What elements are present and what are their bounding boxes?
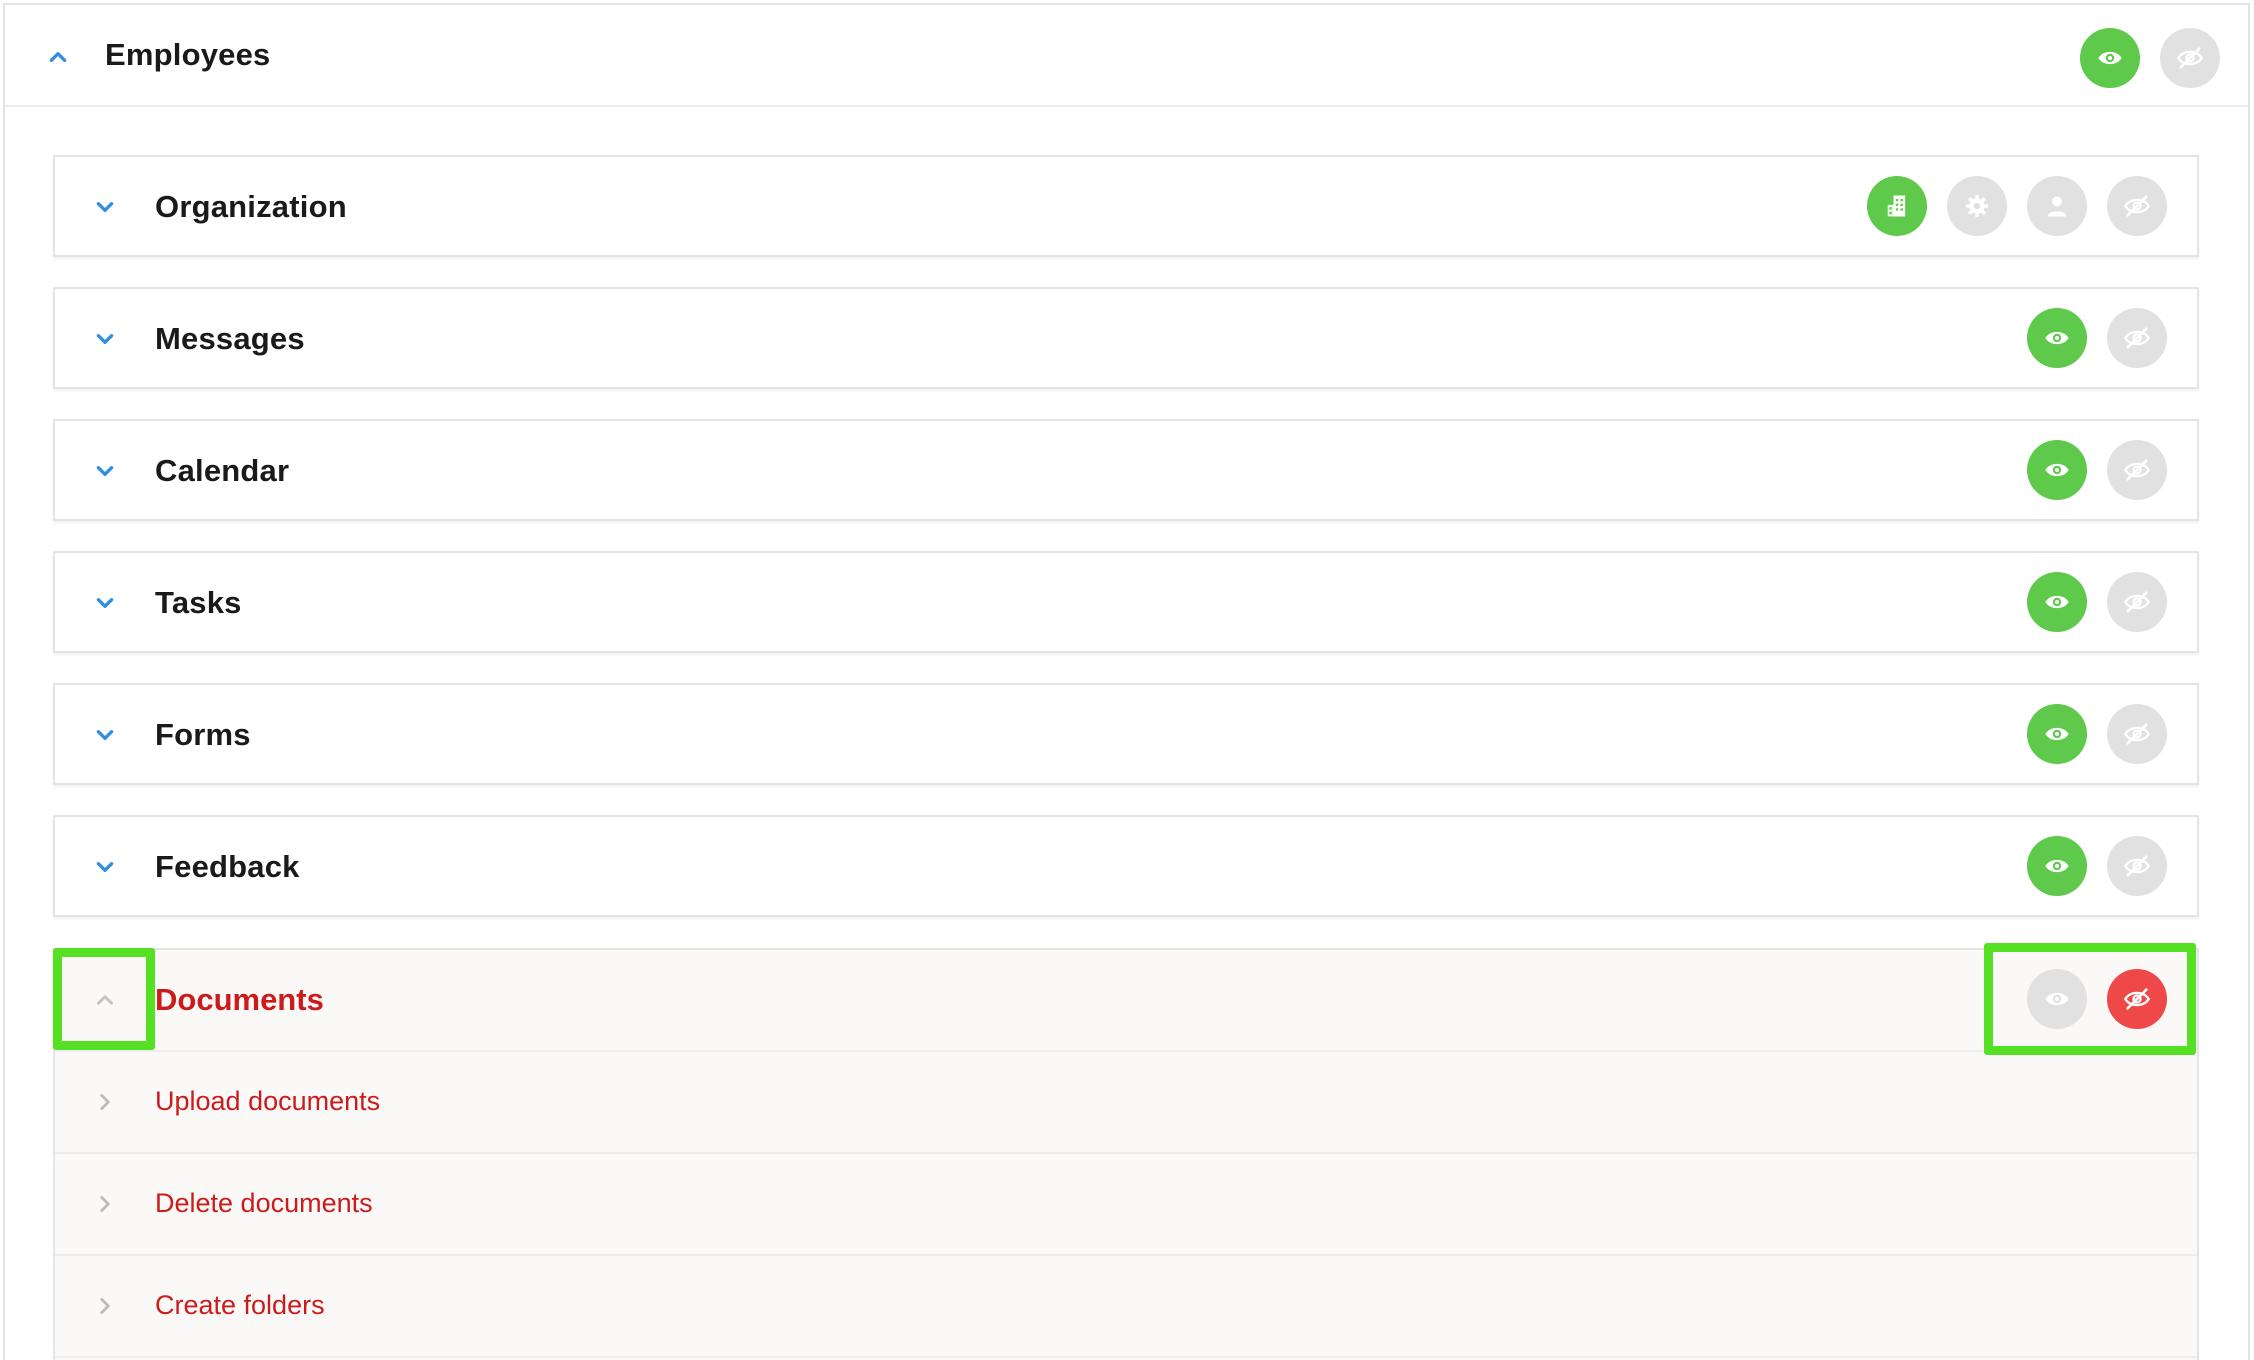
section-title: Documents <box>155 982 324 1017</box>
section-calendar[interactable]: Calendar <box>53 419 2199 521</box>
chevron-right-icon[interactable] <box>85 1184 125 1224</box>
visibility-buttons <box>2027 969 2167 1029</box>
eye-slash-icon <box>2176 47 2204 69</box>
chevron-right-icon[interactable] <box>85 1286 125 1326</box>
organization-scope-button[interactable] <box>1867 176 1927 236</box>
eye-icon <box>2045 595 2069 609</box>
list-item[interactable]: Delete documents <box>55 1154 2197 1256</box>
organization-scope-buttons <box>1867 176 2167 236</box>
eye-icon <box>2045 859 2069 873</box>
eye-slash-icon <box>2123 591 2151 613</box>
visibility-buttons <box>2027 704 2167 764</box>
chevron-up-icon[interactable] <box>38 37 78 77</box>
employees-visibility-buttons <box>2080 28 2220 88</box>
section-title: Feedback <box>155 849 300 884</box>
hide-button[interactable] <box>2107 969 2167 1029</box>
chevron-down-icon[interactable] <box>85 583 125 623</box>
eye-icon <box>2045 992 2069 1006</box>
eye-slash-icon <box>2123 195 2151 217</box>
hide-button[interactable] <box>2107 440 2167 500</box>
list-item[interactable]: Create folders <box>55 1256 2197 1358</box>
show-button[interactable] <box>2027 440 2087 500</box>
visibility-buttons <box>2027 440 2167 500</box>
section-title: Tasks <box>155 585 242 620</box>
hide-button[interactable] <box>2107 836 2167 896</box>
eye-icon <box>2045 463 2069 477</box>
settings-scope-button[interactable] <box>1947 176 2007 236</box>
chevron-right-icon[interactable] <box>85 1082 125 1122</box>
hide-button[interactable] <box>2107 308 2167 368</box>
list-item[interactable]: Upload documents <box>55 1052 2197 1154</box>
documents-header[interactable]: Documents <box>55 950 2197 1052</box>
eye-icon <box>2098 51 2122 65</box>
eye-icon <box>2045 331 2069 345</box>
eye-slash-icon <box>2123 327 2151 349</box>
section-organization[interactable]: Organization <box>53 155 2199 257</box>
hide-button[interactable] <box>2160 28 2220 88</box>
list-item-label: Delete documents <box>155 1188 373 1218</box>
employees-title: Employees <box>105 37 271 72</box>
chevron-down-icon[interactable] <box>85 451 125 491</box>
show-button[interactable] <box>2027 704 2087 764</box>
eye-slash-icon <box>2123 723 2151 745</box>
user-icon <box>2047 196 2067 217</box>
section-feedback[interactable]: Feedback <box>53 815 2199 917</box>
eye-slash-icon <box>2123 855 2151 877</box>
eye-slash-icon <box>2123 459 2151 481</box>
section-title: Forms <box>155 717 251 752</box>
visibility-buttons <box>2027 572 2167 632</box>
section-tasks[interactable]: Tasks <box>53 551 2199 653</box>
gear-icon <box>1965 194 1989 218</box>
eye-icon <box>2045 727 2069 741</box>
section-forms[interactable]: Forms <box>53 683 2199 785</box>
section-title: Calendar <box>155 453 290 488</box>
hide-button[interactable] <box>2107 176 2167 236</box>
show-button[interactable] <box>2080 28 2140 88</box>
show-button[interactable] <box>2027 836 2087 896</box>
chevron-down-icon[interactable] <box>85 847 125 887</box>
section-title: Messages <box>155 321 305 356</box>
chevron-down-icon[interactable] <box>85 187 125 227</box>
show-button[interactable] <box>2027 308 2087 368</box>
list-item-label: Create folders <box>155 1290 325 1320</box>
section-title: Organization <box>155 189 347 224</box>
show-button[interactable] <box>2027 572 2087 632</box>
building-icon <box>1887 195 1906 217</box>
chevron-down-icon[interactable] <box>85 319 125 359</box>
section-messages[interactable]: Messages <box>53 287 2199 389</box>
user-scope-button[interactable] <box>2027 176 2087 236</box>
hide-button[interactable] <box>2107 704 2167 764</box>
eye-slash-icon <box>2123 988 2151 1010</box>
visibility-buttons <box>2027 308 2167 368</box>
hide-button[interactable] <box>2107 572 2167 632</box>
chevron-up-icon[interactable] <box>85 980 125 1020</box>
section-documents: Documents Upload documents Delete docume… <box>53 948 2199 1360</box>
list-item-label: Upload documents <box>155 1086 381 1116</box>
show-button[interactable] <box>2027 969 2087 1029</box>
employees-header[interactable]: Employees <box>5 5 2248 107</box>
chevron-down-icon[interactable] <box>85 715 125 755</box>
visibility-buttons <box>2027 836 2167 896</box>
